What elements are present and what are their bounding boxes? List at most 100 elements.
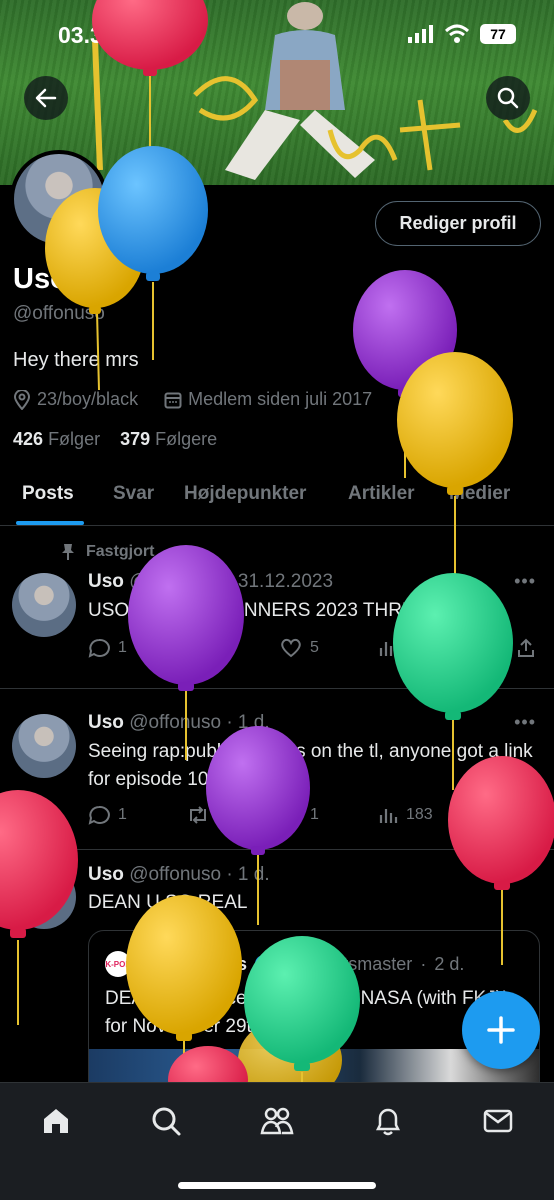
home-icon — [44, 1109, 68, 1133]
followers-link[interactable]: 379 Følgere — [120, 429, 217, 449]
profile-avatar[interactable] — [10, 150, 108, 248]
like-button[interactable]: 1 — [280, 805, 319, 825]
post-header: Uso @offonuso · 31.12.2023 — [88, 571, 333, 593]
follow-stats: 426 Følger 379 Følgere — [13, 429, 217, 450]
profile-joined-date: Medlem siden juli 2017 — [188, 389, 373, 409]
reply-icon — [88, 805, 110, 825]
repost-icon — [190, 806, 206, 824]
reply-count: 1 — [118, 639, 127, 656]
tab-media[interactable]: Medier — [449, 483, 510, 505]
post-text: Seeing rap:public spoilers on the tl, an… — [88, 741, 533, 790]
back-button[interactable] — [24, 76, 68, 120]
more-icon[interactable]: ••• — [514, 571, 536, 592]
pinned-label: Fastgjort — [86, 543, 155, 560]
back-arrow-icon — [35, 88, 57, 108]
like-count: 5 — [310, 639, 319, 656]
quoted-author-handle: @kchartsmaster — [281, 953, 413, 974]
post-avatar[interactable] — [12, 714, 76, 778]
share-icon — [518, 805, 534, 824]
post-text: DEAN U SO REAL — [88, 892, 248, 913]
nav-explore[interactable] — [146, 1101, 186, 1141]
post-pinned[interactable]: Fastgjort Uso @offonuso · 31.12.2023 •••… — [0, 527, 554, 689]
like-icon — [281, 805, 301, 825]
post-separator: · — [226, 712, 233, 733]
profile-location: 23/boy/black — [37, 389, 139, 409]
post-date[interactable]: 1 d. — [238, 712, 270, 733]
post-author-handle[interactable]: @offonuso — [129, 712, 221, 733]
reply-icon — [88, 638, 110, 658]
post-header: Uso @offonuso · 1 d. — [88, 864, 270, 886]
tab-replies[interactable]: Svar — [113, 483, 154, 505]
verified-badge-icon — [255, 955, 273, 973]
like-button[interactable]: 5 — [280, 638, 319, 658]
notifications-icon — [375, 1108, 401, 1136]
post-actions: 1 1 183 — [88, 805, 538, 829]
quoted-separator: · — [420, 953, 427, 974]
pinned-indicator: Fastgjort — [60, 543, 154, 561]
post-author-name[interactable]: Uso — [88, 712, 124, 733]
share-button[interactable] — [516, 638, 536, 658]
active-tab-indicator — [16, 521, 84, 525]
status-time: 03.36 — [58, 22, 116, 48]
views-count: 183 — [406, 806, 433, 823]
quoted-author-name: Kpop Charts — [139, 953, 247, 974]
views-icon — [379, 809, 398, 823]
search-button[interactable] — [486, 76, 530, 120]
post-avatar[interactable] — [12, 865, 76, 929]
following-label: Følger — [48, 429, 101, 449]
tab-highlights[interactable]: Højdepunkter — [184, 483, 306, 505]
search-icon — [497, 87, 519, 109]
nav-messages[interactable] — [478, 1101, 518, 1141]
cellular-signal-icon — [408, 25, 433, 43]
bookmark-button[interactable] — [471, 805, 489, 825]
post-text: USO AWARDS WINNERS 2023 THREAD! 🏆1️⃣ — [88, 600, 499, 621]
location-pin-icon — [13, 389, 31, 410]
calendar-icon — [164, 392, 182, 408]
share-button[interactable] — [516, 805, 536, 825]
tab-posts[interactable]: Posts — [22, 483, 74, 505]
repost-button[interactable] — [186, 805, 210, 825]
profile-meta: 23/boy/black Medlem siden juli 2017 — [13, 389, 372, 410]
like-count: 1 — [310, 806, 319, 823]
post-author-name[interactable]: Uso — [88, 571, 124, 592]
bookmark-icon — [473, 639, 487, 658]
communities-icon — [260, 1107, 294, 1135]
post-actions: 1 5 5 1,1K — [88, 638, 538, 662]
nav-home[interactable] — [36, 1101, 76, 1141]
more-icon[interactable]: ••• — [514, 712, 536, 733]
post-date[interactable]: 31.12.2023 — [238, 571, 333, 592]
profile-display-name: Uso — [13, 263, 68, 295]
pin-icon — [62, 544, 74, 560]
profile-bio: Hey there mrs — [13, 349, 139, 371]
repost-button[interactable]: 5 — [186, 638, 227, 658]
post[interactable]: Uso @offonuso · 1 d. ••• Seeing rap:publ… — [0, 690, 554, 850]
post-author-handle[interactable]: @offonuso — [129, 571, 221, 592]
profile-tabs: Posts Svar Højdepunkter Artikler Medier — [0, 470, 554, 526]
nav-notifications[interactable] — [368, 1101, 408, 1141]
followers-label: Følgere — [155, 429, 218, 449]
edit-profile-button[interactable]: Rediger profil — [375, 201, 541, 246]
post-separator: · — [226, 864, 233, 885]
repost-count: 5 — [218, 639, 227, 656]
quoted-author-avatar: K-POP — [105, 951, 131, 977]
post-avatar[interactable] — [12, 573, 76, 637]
following-count: 426 — [13, 429, 44, 449]
wifi-icon — [444, 24, 470, 43]
reply-button[interactable]: 1 — [88, 638, 127, 658]
battery-indicator: 77 — [480, 24, 516, 44]
post-author-name[interactable]: Uso — [88, 864, 124, 885]
quoted-date: 2 d. — [434, 953, 465, 974]
nav-communities[interactable] — [257, 1101, 297, 1141]
post-author-handle[interactable]: @offonuso — [129, 864, 221, 885]
reply-button[interactable]: 1 — [88, 805, 127, 825]
following-link[interactable]: 426 Følger — [13, 429, 100, 449]
views-count: 1,1K — [406, 639, 439, 656]
bookmark-icon — [473, 806, 487, 825]
balloon-purple — [353, 270, 457, 478]
views-button[interactable]: 1,1K — [378, 638, 439, 658]
views-button[interactable]: 183 — [378, 805, 433, 825]
bookmark-button[interactable] — [471, 638, 489, 658]
post-date[interactable]: 1 d. — [238, 864, 270, 885]
tab-articles[interactable]: Artikler — [348, 483, 415, 505]
compose-post-button[interactable] — [462, 991, 540, 1069]
